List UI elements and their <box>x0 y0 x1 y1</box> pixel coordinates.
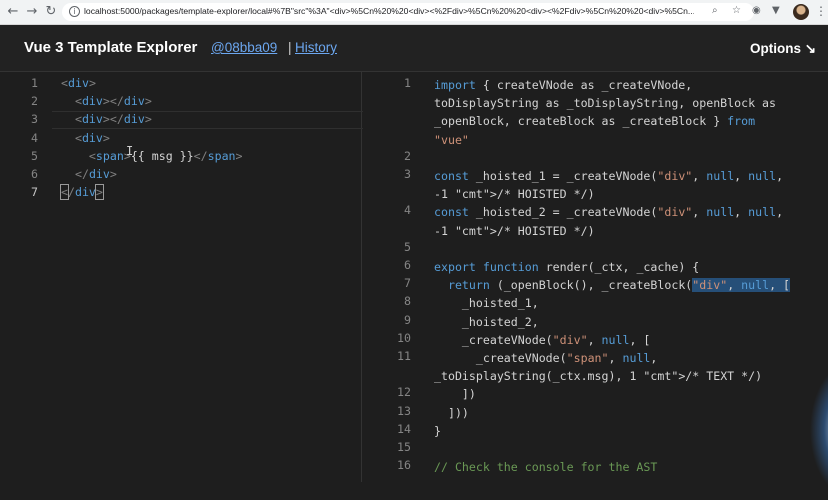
output-code-line[interactable]: ]) <box>434 385 476 403</box>
template-line-number: 6 <box>31 167 38 181</box>
output-line-number: 11 <box>397 349 411 363</box>
output-line-number: 10 <box>397 330 411 345</box>
bookmark-star-icon[interactable]: ☆ <box>732 5 741 16</box>
output-code-line[interactable]: import { createVNode as _createVNode, to… <box>434 76 776 149</box>
template-code-line[interactable]: </div> <box>61 167 117 181</box>
output-line-number: 6 <box>404 258 411 272</box>
output-line-number: 2 <box>404 148 411 163</box>
reload-icon[interactable]: ↻ <box>44 4 58 20</box>
template-line-number: 1 <box>31 76 38 90</box>
forward-icon[interactable]: → <box>25 4 39 20</box>
output-code-line[interactable]: _hoisted_2, <box>434 313 539 331</box>
output-line-number: 1 <box>404 76 411 90</box>
header-separator: | <box>288 40 292 55</box>
template-line-number: 2 <box>31 94 38 109</box>
current-line-highlight <box>52 111 370 129</box>
output-line-number: 7 <box>404 276 411 291</box>
output-line-number: 13 <box>397 403 411 418</box>
url-text[interactable]: localhost:5000/packages/template-explore… <box>84 6 694 16</box>
output-code-line[interactable]: _createVNode("div", null, [ <box>434 331 651 349</box>
output-code-line[interactable]: return (_openBlock(), _createBlock("div"… <box>434 276 791 294</box>
info-icon[interactable]: i <box>69 6 80 17</box>
output-code-line[interactable]: const _hoisted_2 = _createVNode("div", n… <box>434 203 783 239</box>
output-code-line[interactable]: ])) <box>434 404 469 422</box>
page-title: Vue 3 Template Explorer <box>24 39 198 56</box>
zoom-icon[interactable]: ⌕ <box>712 5 718 16</box>
output-editor[interactable]: 1 import { createVNode as _createVNode, t… <box>363 72 828 482</box>
output-code-line[interactable]: export function render(_ctx, _cache) { <box>434 258 699 276</box>
template-line-number: 5 <box>31 148 38 163</box>
back-icon[interactable]: ← <box>6 4 20 20</box>
browser-toolbar: ← → ↻ i localhost:5000/packages/template… <box>0 0 828 25</box>
extension-icon[interactable]: ◉ <box>752 5 761 16</box>
template-line-number: 4 <box>31 130 38 145</box>
template-editor[interactable]: 1 <div> 2 <div></div> 3 <div></div> 4 <div> 5… <box>0 72 362 482</box>
output-line-number: 8 <box>404 294 411 309</box>
template-code-line[interactable]: <div> <box>61 131 110 145</box>
output-code-line[interactable]: // Check the console for the AST <box>434 458 657 476</box>
template-code-line[interactable]: <div></div> <box>61 94 152 108</box>
output-code-line[interactable]: _hoisted_1, <box>434 294 539 312</box>
app-header: Vue 3 Template Explorer @08bba09 | Histo… <box>0 25 828 72</box>
output-line-number: 14 <box>397 421 411 436</box>
history-link[interactable]: History <box>295 40 337 55</box>
profile-avatar[interactable] <box>793 4 809 20</box>
options-toggle[interactable]: Options ↘ <box>750 41 816 57</box>
template-line-number: 7 <box>31 185 38 200</box>
output-line-number: 4 <box>404 203 411 218</box>
output-code-line[interactable]: } <box>434 422 441 440</box>
template-line-number: 3 <box>31 112 38 127</box>
output-code-line[interactable]: _createVNode("span", null, _toDisplayStr… <box>434 349 762 385</box>
commit-link[interactable]: @08bba09 <box>211 40 277 55</box>
output-line-number: 3 <box>404 167 411 181</box>
output-line-number: 16 <box>397 458 411 473</box>
template-code-line[interactable]: <div> <box>61 76 96 90</box>
output-code-line[interactable]: const _hoisted_1 = _createVNode("div", n… <box>434 167 783 203</box>
template-code-line[interactable]: </div> <box>60 184 104 201</box>
template-code-line[interactable]: <span>{{ msg }}</span> <box>61 149 243 163</box>
output-line-number: 15 <box>397 440 411 454</box>
browser-menu-icon[interactable]: ⋮ <box>815 4 827 18</box>
output-line-number: 12 <box>397 385 411 400</box>
address-bar[interactable]: i localhost:5000/packages/template-explo… <box>62 3 754 21</box>
text-cursor-icon: I <box>126 144 134 158</box>
output-line-number: 5 <box>404 239 411 254</box>
vue-devtools-icon[interactable]: ▼ <box>772 5 780 16</box>
output-line-number: 9 <box>404 312 411 327</box>
